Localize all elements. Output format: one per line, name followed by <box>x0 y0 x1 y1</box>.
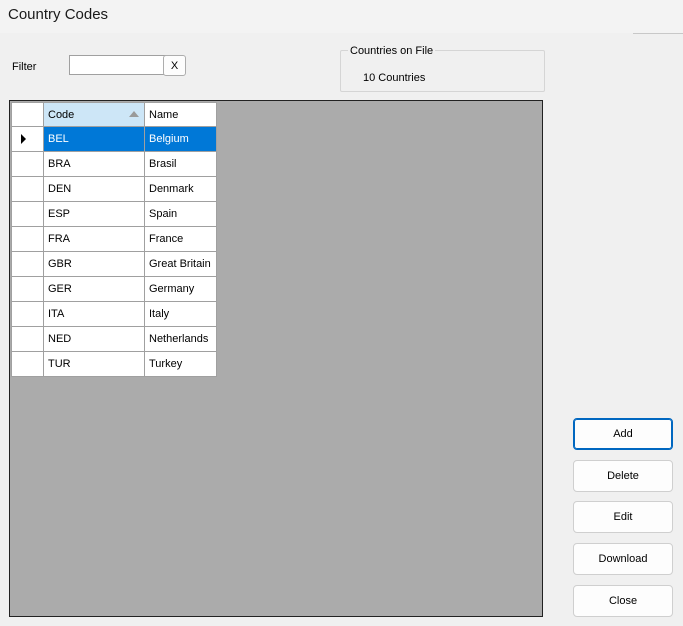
cell-code[interactable]: GBR <box>43 251 145 277</box>
cell-name[interactable]: Belgium <box>144 126 217 152</box>
cell-code[interactable]: ESP <box>43 201 145 227</box>
sort-ascending-icon <box>129 111 139 117</box>
table-row[interactable]: BRA Brasil <box>11 151 217 177</box>
cell-code[interactable]: GER <box>43 276 145 302</box>
table-row[interactable]: ITA Italy <box>11 301 217 327</box>
current-row-indicator-icon <box>21 134 26 145</box>
country-count: 10 Countries <box>363 72 426 84</box>
row-header-cell[interactable] <box>11 351 44 377</box>
row-header-cell[interactable] <box>11 176 44 202</box>
grid-table: Code Name BEL Belgium BRA Brasil DEN Denmark E… <box>11 102 217 377</box>
delete-button[interactable]: Delete <box>573 460 673 492</box>
column-header-code[interactable]: Code <box>43 102 145 127</box>
cell-code[interactable]: DEN <box>43 176 145 202</box>
table-row[interactable]: NED Netherlands <box>11 326 217 352</box>
row-header-cell[interactable] <box>11 276 44 302</box>
row-header-cell[interactable] <box>11 326 44 352</box>
country-grid[interactable]: Code Name BEL Belgium BRA Brasil DEN Denmark E… <box>9 100 543 617</box>
add-button[interactable]: Add <box>573 418 673 450</box>
column-header-name[interactable]: Name <box>144 102 217 127</box>
window-title: Country Codes <box>8 6 109 23</box>
cell-code[interactable]: FRA <box>43 226 145 252</box>
column-header-label: Code <box>48 108 75 121</box>
table-row[interactable]: BEL Belgium <box>11 126 217 152</box>
filter-input[interactable] <box>69 55 167 75</box>
cell-name[interactable]: Germany <box>144 276 217 302</box>
row-header-cell[interactable] <box>11 226 44 252</box>
grid-header-row: Code Name <box>11 102 217 127</box>
table-row[interactable]: FRA France <box>11 226 217 252</box>
cell-code[interactable]: ITA <box>43 301 145 327</box>
countries-on-file-group: Countries on File 10 Countries <box>340 45 545 92</box>
cell-name[interactable]: Brasil <box>144 151 217 177</box>
table-row[interactable]: TUR Turkey <box>11 351 217 377</box>
filter-label: Filter <box>12 61 37 73</box>
table-row[interactable]: ESP Spain <box>11 201 217 227</box>
column-header-label: Name <box>149 108 179 121</box>
row-header-cell[interactable] <box>11 151 44 177</box>
title-bar: Country Codes <box>0 0 683 33</box>
title-divider <box>633 33 683 34</box>
cell-name[interactable]: Netherlands <box>144 326 217 352</box>
edit-button[interactable]: Edit <box>573 501 673 533</box>
download-button[interactable]: Download <box>573 543 673 575</box>
cell-code[interactable]: BRA <box>43 151 145 177</box>
cell-code[interactable]: BEL <box>43 126 145 152</box>
cell-name[interactable]: Turkey <box>144 351 217 377</box>
cell-code[interactable]: NED <box>43 326 145 352</box>
group-legend: Countries on File <box>348 45 436 57</box>
table-row[interactable]: GER Germany <box>11 276 217 302</box>
row-header-cell[interactable] <box>11 301 44 327</box>
row-header-cell[interactable] <box>11 251 44 277</box>
clear-filter-button[interactable]: X <box>163 55 186 76</box>
close-button[interactable]: Close <box>573 585 673 617</box>
cell-code[interactable]: TUR <box>43 351 145 377</box>
table-row[interactable]: GBR Great Britain <box>11 251 217 277</box>
cell-name[interactable]: Great Britain <box>144 251 217 277</box>
grid-corner-cell[interactable] <box>11 102 44 127</box>
table-row[interactable]: DEN Denmark <box>11 176 217 202</box>
cell-name[interactable]: Spain <box>144 201 217 227</box>
grid-body: BEL Belgium BRA Brasil DEN Denmark ESP Spain FRA… <box>11 126 217 377</box>
cell-name[interactable]: France <box>144 226 217 252</box>
row-header-cell[interactable] <box>11 201 44 227</box>
cell-name[interactable]: Denmark <box>144 176 217 202</box>
row-header-cell[interactable] <box>11 126 44 152</box>
cell-name[interactable]: Italy <box>144 301 217 327</box>
